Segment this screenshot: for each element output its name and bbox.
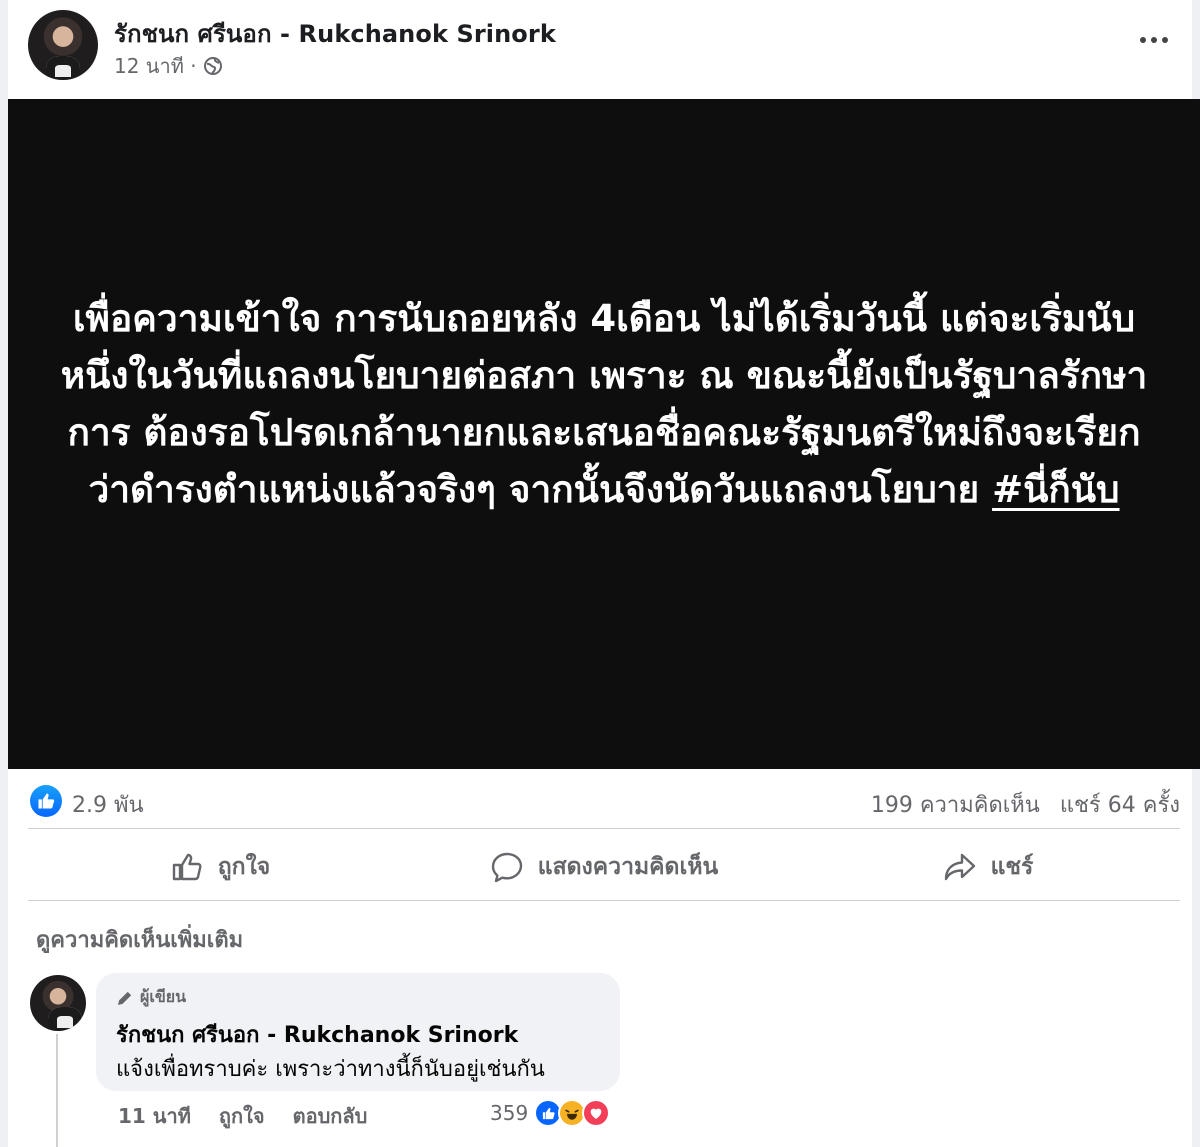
- share-count[interactable]: แชร์ 64 ครั้ง: [1060, 787, 1180, 822]
- like-reaction-icon[interactable]: [30, 785, 62, 817]
- comment-reaction-count: 359: [490, 1101, 529, 1125]
- post-header: รักชนก ศรีนอก - Rukchanok Srinork 12 นาท…: [28, 10, 1180, 90]
- comment-button[interactable]: แสดงความคิดเห็น: [412, 838, 796, 896]
- like-button[interactable]: ถูกใจ: [28, 838, 412, 896]
- like-button-label: ถูกใจ: [217, 854, 271, 880]
- reaction-count[interactable]: 2.9 พัน: [72, 787, 144, 822]
- author-name[interactable]: รักชนก ศรีนอก - Rukchanok Srinork: [114, 14, 556, 53]
- comment-reactions[interactable]: 359: [490, 1099, 611, 1127]
- post-image-text: เพื่อความเข้าใจ การนับถอยหลัง 4เดือน ไม่…: [54, 290, 1154, 518]
- view-more-comments[interactable]: ดูความคิดเห็นเพิ่มเติม: [36, 922, 243, 957]
- facebook-post: รักชนก ศรีนอก - Rukchanok Srinork 12 นาท…: [0, 0, 1200, 1147]
- comment-count[interactable]: 199 ความคิดเห็น: [871, 787, 1040, 822]
- post-stats: 2.9 พัน 199 ความคิดเห็น แชร์ 64 ครั้ง: [30, 783, 1180, 818]
- author-badge: ผู้เขียน: [116, 985, 186, 1010]
- thumbs-up-icon: [172, 853, 202, 881]
- share-button-label: แชร์: [990, 854, 1034, 880]
- comment-time[interactable]: 11 นาที: [118, 1100, 191, 1132]
- post-image[interactable]: เพื่อความเข้าใจ การนับถอยหลัง 4เดือน ไม่…: [8, 99, 1200, 769]
- comment-icon: [491, 852, 522, 883]
- comment-like-button[interactable]: ถูกใจ: [219, 1100, 265, 1132]
- comment-text: แจ้งเพื่อทราบค่ะ เพราะว่าทางนี้ก็นับอยู่…: [116, 1057, 545, 1082]
- divider: [28, 828, 1180, 829]
- comment-button-label: แสดงความคิดเห็น: [537, 854, 719, 880]
- author-avatar[interactable]: [28, 10, 98, 80]
- post-meta: 12 นาที ·: [114, 50, 223, 82]
- commenter-avatar[interactable]: [30, 975, 86, 1031]
- commenter-name[interactable]: รักชนก ศรีนอก - Rukchanok Srinork: [116, 1017, 518, 1052]
- share-button[interactable]: แชร์: [796, 838, 1180, 896]
- comment-actions: 11 นาที ถูกใจ ตอบกลับ: [118, 1100, 367, 1132]
- author-badge-label: ผู้เขียน: [140, 987, 187, 1006]
- post-time[interactable]: 12 นาที ·: [114, 50, 197, 82]
- post-image-main-text: เพื่อความเข้าใจ การนับถอยหลัง 4เดือน ไม่…: [60, 297, 1148, 511]
- left-frame-edge: [0, 0, 8, 1147]
- love-reaction-icon: [582, 1099, 611, 1127]
- globe-icon: [203, 56, 223, 76]
- comment-bubble: ผู้เขียน รักชนก ศรีนอก - Rukchanok Srino…: [96, 973, 620, 1091]
- more-options-icon[interactable]: [1138, 32, 1170, 48]
- pencil-icon: [117, 991, 132, 1005]
- engagement-counts: 199 ความคิดเห็น แชร์ 64 ครั้ง: [871, 787, 1180, 822]
- thread-line: [56, 1034, 58, 1147]
- post-image-hashtag[interactable]: #นี่ก็นับ: [992, 468, 1119, 511]
- comment-reply-button[interactable]: ตอบกลับ: [293, 1100, 368, 1132]
- post-actions: ถูกใจ แสดงความคิดเห็น แชร์: [28, 838, 1180, 896]
- share-icon: [944, 853, 975, 881]
- divider: [28, 900, 1180, 901]
